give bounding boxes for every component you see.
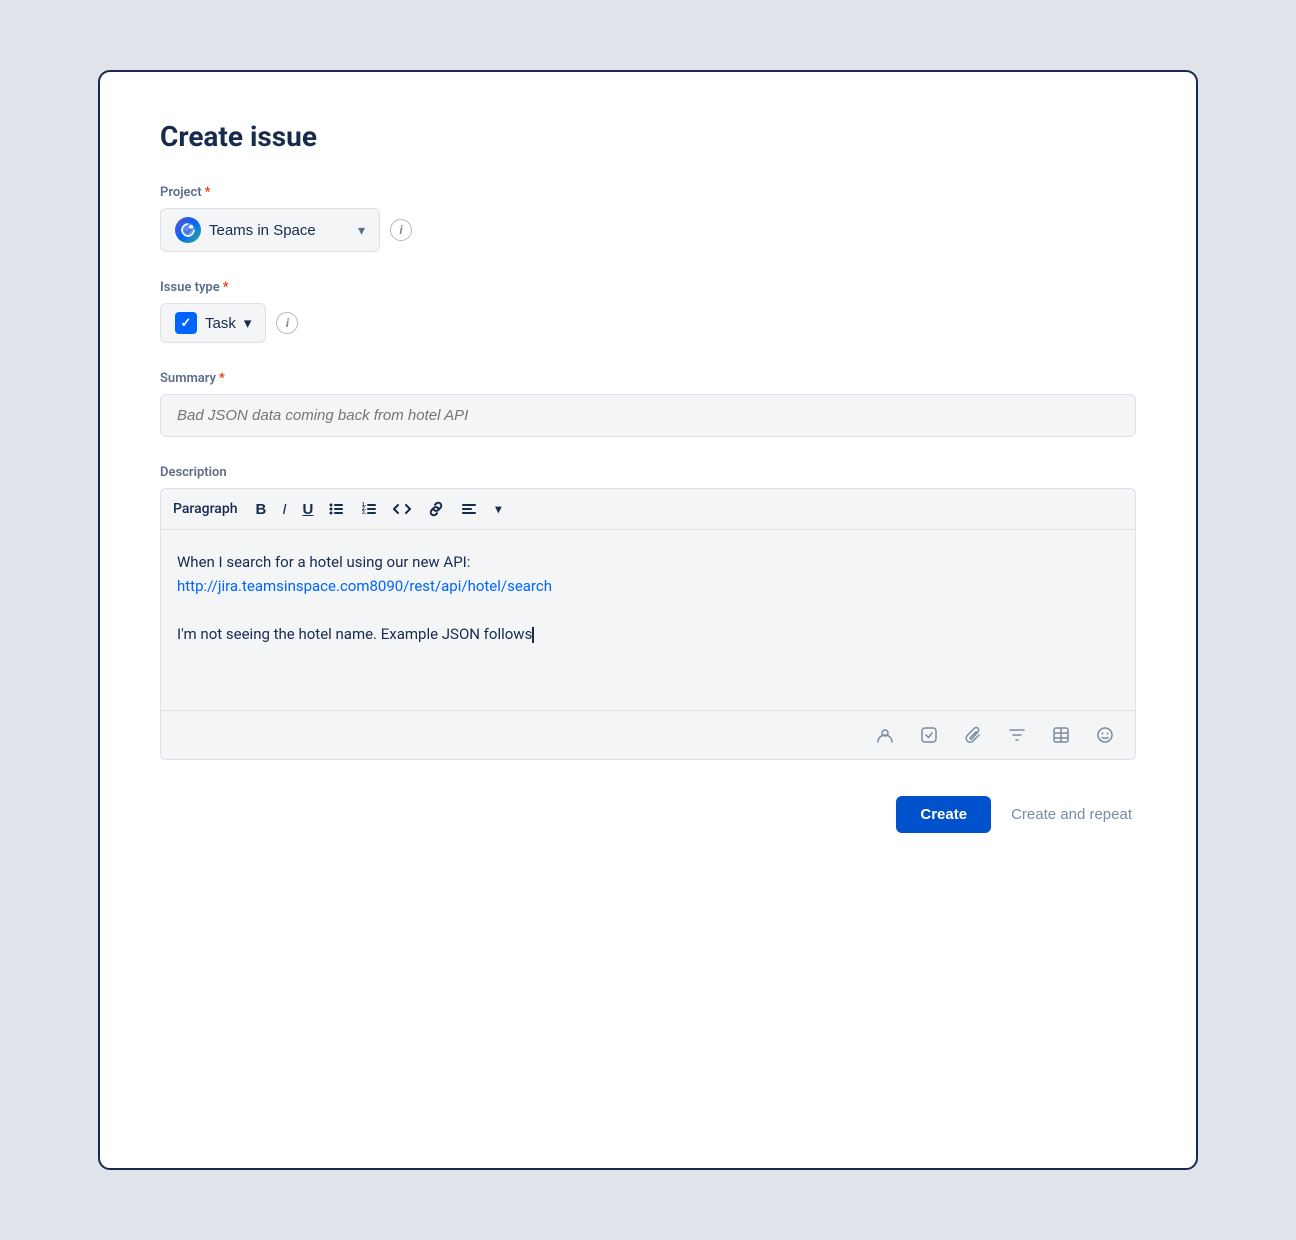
- editor-content-area[interactable]: When I search for a hotel using our new …: [161, 530, 1135, 710]
- issue-type-field-group: Issue type * Task ▾ i: [160, 280, 1136, 343]
- issue-type-chevron-icon: ▾: [244, 314, 252, 332]
- toolbar-link-button[interactable]: [421, 497, 451, 521]
- issue-type-select-wrapper: Task ▾ i: [160, 303, 1136, 343]
- project-chevron-icon: ▾: [358, 222, 365, 239]
- project-icon: [175, 217, 201, 243]
- description-label: Description: [160, 465, 1136, 480]
- toolbar-paragraph-label: Paragraph: [173, 501, 238, 517]
- project-required-star: *: [205, 185, 211, 200]
- project-label: Project *: [160, 185, 1136, 200]
- issue-type-label: Issue type *: [160, 280, 1136, 295]
- text-cursor: [532, 627, 534, 643]
- task-icon: [175, 312, 197, 334]
- project-field-group: Project * Teams in Space ▾ i: [160, 185, 1136, 252]
- summary-label: Summary *: [160, 371, 1136, 386]
- editor-footer: [161, 710, 1135, 759]
- footer-table-button[interactable]: [1047, 721, 1075, 749]
- issue-type-select-button[interactable]: Task ▾: [160, 303, 266, 343]
- summary-required-star: *: [219, 371, 225, 386]
- create-issue-dialog: Create issue Project * Teams in Space ▾: [98, 70, 1198, 1170]
- create-button[interactable]: Create: [896, 796, 991, 833]
- dialog-title: Create issue: [160, 120, 1136, 153]
- footer-emoji-button[interactable]: [1091, 721, 1119, 749]
- issue-type-required-star: *: [223, 280, 229, 295]
- issue-type-info-icon[interactable]: i: [276, 312, 298, 334]
- footer-attachment-button[interactable]: [959, 721, 987, 749]
- description-line3: I'm not seeing the hotel name. Example J…: [177, 622, 1119, 646]
- toolbar-bold-button[interactable]: B: [250, 498, 273, 521]
- footer-filter-button[interactable]: [1003, 721, 1031, 749]
- description-line1: When I search for a hotel using our new …: [177, 550, 1119, 574]
- svg-text:3.: 3.: [362, 510, 367, 516]
- description-editor[interactable]: Paragraph B I U 1.: [160, 488, 1136, 760]
- toolbar-align-chevron-icon[interactable]: ▾: [489, 499, 507, 519]
- description-line2: http://jira.teamsinspace.com8090/rest/ap…: [177, 574, 1119, 598]
- description-field-group: Description Paragraph B I U: [160, 465, 1136, 760]
- toolbar-italic-button[interactable]: I: [276, 498, 292, 521]
- footer-task-button[interactable]: [915, 721, 943, 749]
- editor-toolbar: Paragraph B I U 1.: [161, 489, 1135, 530]
- create-and-repeat-button[interactable]: Create and repeat: [1007, 796, 1136, 833]
- toolbar-bullet-list-button[interactable]: [323, 497, 351, 521]
- toolbar-underline-button[interactable]: U: [297, 498, 320, 521]
- project-select-button[interactable]: Teams in Space ▾: [160, 208, 380, 252]
- issue-type-select-value: Task: [205, 315, 236, 332]
- toolbar-code-button[interactable]: [387, 497, 417, 521]
- footer-mention-button[interactable]: [871, 721, 899, 749]
- summary-field-group: Summary *: [160, 371, 1136, 437]
- summary-input[interactable]: [160, 394, 1136, 437]
- toolbar-align-button[interactable]: [455, 497, 485, 521]
- project-select-wrapper: Teams in Space ▾ i: [160, 208, 1136, 252]
- dialog-actions: Create Create and repeat: [160, 796, 1136, 833]
- project-info-icon[interactable]: i: [390, 219, 412, 241]
- project-select-value: Teams in Space: [209, 222, 316, 239]
- toolbar-ordered-list-button[interactable]: 1. 2. 3.: [355, 497, 383, 521]
